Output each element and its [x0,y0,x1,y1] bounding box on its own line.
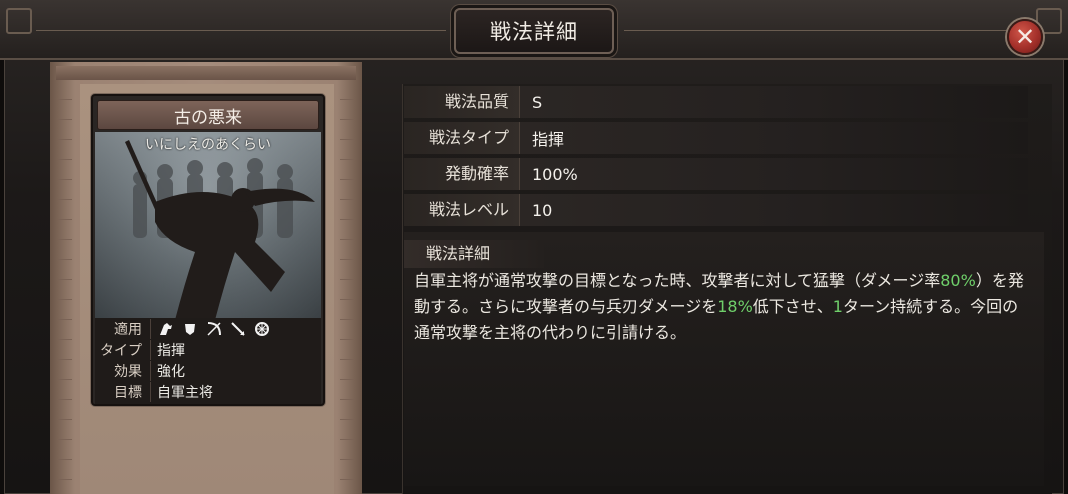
tactic-card: 古の悪来 いにしえのあくらい 適用 タイプ 指揮 効果 強化 目標 自軍主将 [91,94,325,406]
stat-value: 100% [532,164,578,184]
stat-row-type: 戦法タイプ 指揮 [404,122,1028,154]
stat-row-level: 戦法レベル 10 [404,194,1028,226]
card-artwork: いにしえのあくらい [95,132,321,320]
info-label: 効果 [95,360,151,381]
detail-description: 自軍主将が通常攻撃の目標となった時、攻撃者に対して猛撃（ダメージ率80%）を発動… [414,268,1034,346]
detail-highlight-value: 80% [940,271,976,290]
unit-type-icons [151,320,271,338]
card-reading: いにしえのあくらい [145,137,271,153]
shield-icon [181,320,199,338]
stat-row-quality: 戦法品質 S [404,86,1028,118]
detail-text-segment: 低下させ、 [752,297,833,316]
card-info-table: 適用 タイプ 指揮 効果 強化 目標 自軍主将 [95,318,321,404]
stat-row-activation-rate: 発動確率 100% [404,158,1028,190]
title-divider-right [624,30,1032,31]
bow-icon [205,320,223,338]
detail-highlight-value: 18% [717,297,753,316]
info-row-target: 目標 自軍主将 [95,381,321,402]
title-divider-left [36,30,446,31]
info-value: 自軍主将 [157,384,213,401]
info-row-effect: 効果 強化 [95,360,321,381]
stat-value: 10 [532,200,553,220]
close-x-icon: ✕ [1014,23,1036,51]
stat-value: S [532,92,543,112]
card-title-plate: 古の悪来 [97,100,319,130]
stat-label: 発動確率 [404,158,520,190]
info-label: タイプ [95,339,151,360]
scroll-ticks-right [340,80,354,480]
info-row-applicable: 適用 [95,318,321,339]
scroll-rod [56,66,356,80]
info-label: 適用 [95,318,151,339]
page-title: 戦法詳細 [490,20,578,44]
info-row-type: タイプ 指揮 [95,339,321,360]
detail-highlight-value: 1 [832,297,843,316]
card-name: 古の悪来 [174,107,242,128]
scroll-ticks-left [58,80,72,480]
warrior-silhouette-art [95,132,321,320]
stat-label: 戦法品質 [404,86,520,118]
corner-ornament-left [6,8,32,34]
stat-value: 指揮 [532,130,565,149]
stat-label: 戦法レベル [404,194,520,226]
detail-text-segment: 自軍主将が通常攻撃の目標となった時、攻撃者に対して猛撃（ダメージ率 [414,271,941,290]
spear-icon [229,320,247,338]
title-plate: 戦法詳細 [454,8,614,54]
info-label: 目標 [95,381,151,402]
info-value: 強化 [157,363,185,380]
stat-label: 戦法タイプ [404,122,520,154]
cavalry-icon [157,320,175,338]
detail-heading: 戦法詳細 [404,240,544,268]
close-button[interactable]: ✕ [1007,19,1043,55]
info-value: 指揮 [157,342,185,359]
wheel-icon [253,320,271,338]
